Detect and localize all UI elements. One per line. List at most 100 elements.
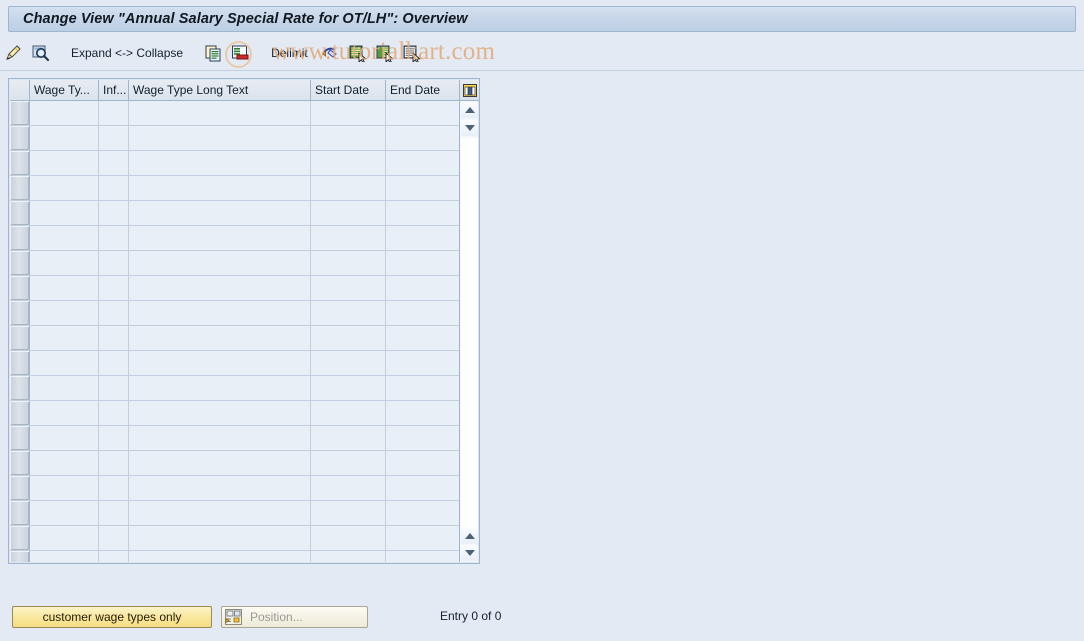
column-header-end-date[interactable]: End Date [386, 80, 460, 100]
table-cell-end_date[interactable] [386, 326, 460, 350]
table-cell-start_date[interactable] [311, 301, 386, 325]
position-button[interactable]: Position... [221, 606, 368, 628]
table-cell-start_date[interactable] [311, 351, 386, 375]
table-cell-start_date[interactable] [311, 526, 386, 550]
table-cell-wage_type[interactable] [30, 351, 99, 375]
row-selector-cell[interactable] [10, 301, 30, 325]
table-cell-start_date[interactable] [311, 476, 386, 500]
table-cell-wage_type[interactable] [30, 526, 99, 550]
table-cell-long_text[interactable] [129, 326, 311, 350]
table-cell-long_text[interactable] [129, 101, 311, 125]
table-cell-infotype[interactable] [99, 401, 129, 425]
table-cell-wage_type[interactable] [30, 126, 99, 150]
table-cell-start_date[interactable] [311, 176, 386, 200]
table-cell-long_text[interactable] [129, 276, 311, 300]
table-cell-end_date[interactable] [386, 401, 460, 425]
table-cell-long_text[interactable] [129, 551, 311, 562]
table-cell-infotype[interactable] [99, 451, 129, 475]
table-row[interactable] [10, 301, 461, 326]
table-cell-infotype[interactable] [99, 251, 129, 275]
table-cell-long_text[interactable] [129, 476, 311, 500]
table-cell-infotype[interactable] [99, 101, 129, 125]
details-magnifier-icon[interactable] [29, 41, 52, 65]
row-selector-cell[interactable] [10, 476, 30, 500]
row-selector-cell[interactable] [10, 201, 30, 225]
table-cell-wage_type[interactable] [30, 551, 99, 562]
delete-row-icon[interactable] [229, 41, 252, 65]
table-cell-infotype[interactable] [99, 276, 129, 300]
table-row[interactable] [10, 326, 461, 351]
table-row[interactable] [10, 401, 461, 426]
table-cell-start_date[interactable] [311, 101, 386, 125]
select-all-entries-icon[interactable] [346, 41, 369, 65]
table-cell-long_text[interactable] [129, 376, 311, 400]
table-cell-wage_type[interactable] [30, 101, 99, 125]
table-cell-infotype[interactable] [99, 526, 129, 550]
table-row[interactable] [10, 151, 461, 176]
table-cell-infotype[interactable] [99, 176, 129, 200]
table-row[interactable] [10, 476, 461, 501]
table-cell-infotype[interactable] [99, 376, 129, 400]
table-cell-end_date[interactable] [386, 451, 460, 475]
table-cell-start_date[interactable] [311, 401, 386, 425]
table-cell-wage_type[interactable] [30, 176, 99, 200]
expand-collapse-button[interactable]: Expand <-> Collapse [64, 41, 190, 65]
table-cell-wage_type[interactable] [30, 476, 99, 500]
table-cell-infotype[interactable] [99, 326, 129, 350]
table-cell-end_date[interactable] [386, 276, 460, 300]
table-cell-end_date[interactable] [386, 176, 460, 200]
row-selector-cell[interactable] [10, 526, 30, 550]
row-selector-cell[interactable] [10, 101, 30, 125]
table-row[interactable] [10, 226, 461, 251]
table-cell-long_text[interactable] [129, 201, 311, 225]
row-selector-cell[interactable] [10, 501, 30, 525]
table-cell-long_text[interactable] [129, 126, 311, 150]
table-cell-start_date[interactable] [311, 226, 386, 250]
row-selector-cell[interactable] [10, 376, 30, 400]
table-cell-start_date[interactable] [311, 251, 386, 275]
table-row[interactable] [10, 376, 461, 401]
table-cell-long_text[interactable] [129, 401, 311, 425]
table-cell-infotype[interactable] [99, 126, 129, 150]
table-cell-infotype[interactable] [99, 226, 129, 250]
table-cell-long_text[interactable] [129, 301, 311, 325]
table-row[interactable] [10, 201, 461, 226]
table-row[interactable] [10, 176, 461, 201]
table-cell-start_date[interactable] [311, 551, 386, 562]
table-cell-infotype[interactable] [99, 426, 129, 450]
row-selector-cell[interactable] [10, 426, 30, 450]
table-cell-long_text[interactable] [129, 176, 311, 200]
table-settings-icon[interactable] [460, 80, 479, 101]
display-change-pencil-icon[interactable] [2, 41, 25, 65]
table-row[interactable] [10, 551, 461, 562]
table-cell-end_date[interactable] [386, 101, 460, 125]
row-selector-cell[interactable] [10, 401, 30, 425]
column-header-long-text[interactable]: Wage Type Long Text [129, 80, 311, 100]
row-selector-cell[interactable] [10, 351, 30, 375]
table-row[interactable] [10, 526, 461, 551]
table-cell-wage_type[interactable] [30, 276, 99, 300]
table-cell-wage_type[interactable] [30, 401, 99, 425]
table-cell-wage_type[interactable] [30, 426, 99, 450]
row-selector-cell[interactable] [10, 226, 30, 250]
row-selector-cell[interactable] [10, 151, 30, 175]
table-cell-start_date[interactable] [311, 326, 386, 350]
table-cell-end_date[interactable] [386, 476, 460, 500]
table-cell-end_date[interactable] [386, 501, 460, 525]
table-row[interactable] [10, 351, 461, 376]
table-cell-wage_type[interactable] [30, 301, 99, 325]
table-vertical-scrollbar[interactable] [459, 80, 479, 562]
table-cell-long_text[interactable] [129, 251, 311, 275]
row-selector-cell[interactable] [10, 551, 30, 562]
table-cell-wage_type[interactable] [30, 376, 99, 400]
table-cell-infotype[interactable] [99, 476, 129, 500]
table-cell-end_date[interactable] [386, 376, 460, 400]
table-cell-end_date[interactable] [386, 426, 460, 450]
table-row[interactable] [10, 426, 461, 451]
table-cell-long_text[interactable] [129, 226, 311, 250]
table-cell-wage_type[interactable] [30, 251, 99, 275]
page-up-icon[interactable] [461, 528, 478, 544]
table-cell-start_date[interactable] [311, 501, 386, 525]
table-cell-infotype[interactable] [99, 351, 129, 375]
table-cell-start_date[interactable] [311, 376, 386, 400]
